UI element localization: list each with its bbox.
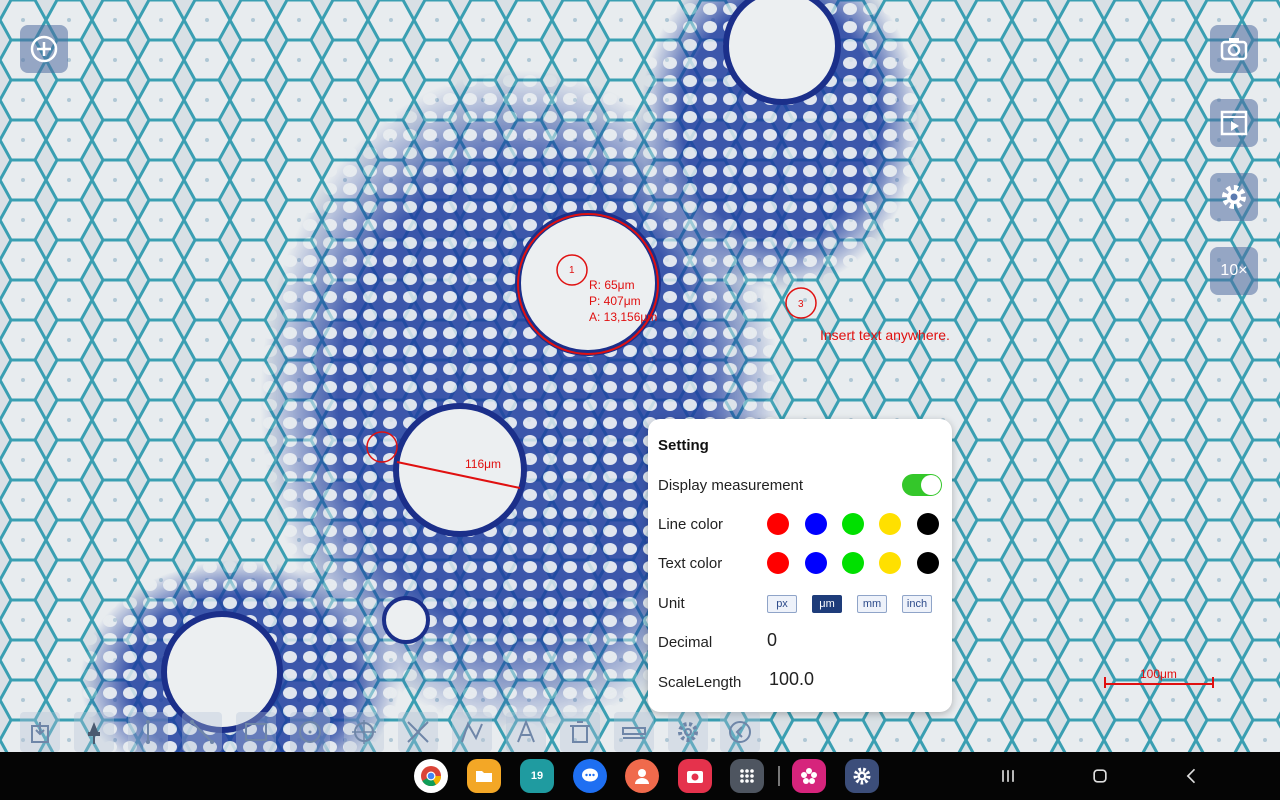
rectangle-tool[interactable] — [236, 712, 276, 752]
export-tool[interactable] — [20, 712, 60, 752]
magnification-button[interactable]: 10× — [1210, 247, 1258, 295]
area-readout: A: 13,156μm — [589, 310, 658, 324]
chrome-icon — [421, 766, 442, 787]
files-app[interactable] — [467, 759, 501, 793]
text-tool[interactable] — [506, 712, 546, 752]
settings-panel: Setting Display measurement Line color T… — [648, 419, 952, 712]
settings-app[interactable] — [845, 759, 879, 793]
decimal-label: Decimal — [658, 634, 713, 651]
crosshair-circle-tool[interactable] — [344, 712, 384, 752]
gear-icon — [1222, 185, 1246, 209]
camera-icon — [687, 771, 703, 783]
measurement-toolbar — [20, 712, 760, 752]
back-icon — [1186, 768, 1196, 784]
circle-tool[interactable] — [290, 712, 330, 752]
display-measurement-toggle[interactable] — [902, 474, 942, 496]
folder-icon — [476, 771, 492, 782]
angle-tool[interactable] — [398, 712, 438, 752]
recents-button[interactable] — [996, 764, 1020, 788]
export-icon — [31, 722, 49, 743]
perimeter-readout: P: 407μm — [589, 294, 641, 308]
text-color-black[interactable] — [917, 552, 939, 574]
settings-button[interactable] — [1210, 173, 1258, 221]
vertical-line-icon — [146, 720, 150, 744]
unit-um-button[interactable]: μm — [812, 595, 842, 613]
add-button[interactable] — [20, 25, 68, 73]
inserted-text-annotation[interactable]: Insert text anywhere. — [820, 328, 950, 343]
app-drawer[interactable] — [730, 759, 764, 793]
text-icon — [517, 719, 535, 743]
recents-icon — [1002, 770, 1014, 782]
decimal-input[interactable]: 0 — [767, 630, 777, 651]
record-video-button[interactable] — [1210, 99, 1258, 147]
chrome-app[interactable] — [414, 759, 448, 793]
camera-app[interactable] — [678, 759, 712, 793]
rectangle-icon — [245, 723, 267, 741]
circle-icon — [299, 721, 321, 743]
unit-px-button[interactable]: px — [767, 595, 797, 613]
pin-icon — [88, 722, 100, 744]
collapse-toolbar[interactable] — [720, 712, 760, 752]
line-icon — [190, 720, 214, 744]
line-color-green[interactable] — [842, 513, 864, 535]
line-color-red[interactable] — [767, 513, 789, 535]
text-color-blue[interactable] — [805, 552, 827, 574]
person-icon — [635, 769, 649, 784]
scale-length-label: ScaleLength — [658, 674, 742, 691]
gear-icon — [853, 767, 871, 785]
camera-icon — [1220, 38, 1248, 61]
toggle-knob — [921, 475, 941, 495]
contacts-app[interactable] — [625, 759, 659, 793]
angle-icon — [407, 721, 429, 743]
messages-app[interactable] — [573, 759, 607, 793]
calendar-app[interactable]: 19 — [520, 759, 554, 793]
text-color-label: Text color — [658, 555, 723, 572]
grid-icon — [740, 769, 754, 783]
line-color-yellow[interactable] — [879, 513, 901, 535]
scale-bar-label: 100μm — [1140, 667, 1177, 681]
text-color-yellow[interactable] — [879, 552, 901, 574]
flower-icon — [801, 768, 817, 784]
delete-tool[interactable] — [560, 712, 600, 752]
video-icon — [1220, 110, 1248, 136]
unit-label: Unit — [658, 595, 685, 612]
flower-app[interactable] — [792, 759, 826, 793]
trash-icon — [570, 721, 590, 743]
text-color-green[interactable] — [842, 552, 864, 574]
line-color-black[interactable] — [917, 513, 939, 535]
circle-3-label: 3 — [798, 299, 804, 310]
chat-icon — [582, 768, 598, 782]
taskbar-divider — [778, 766, 780, 786]
capture-photo-button[interactable] — [1210, 25, 1258, 73]
home-icon — [1093, 769, 1107, 783]
back-button[interactable] — [1180, 764, 1204, 788]
add-icon — [30, 35, 58, 63]
unit-mm-button[interactable]: mm — [857, 595, 887, 613]
text-color-red[interactable] — [767, 552, 789, 574]
back-icon — [729, 721, 751, 743]
panel-title: Setting — [658, 437, 709, 454]
line-tool[interactable] — [182, 712, 222, 752]
line-color-label: Line color — [658, 516, 724, 533]
scale-bar-tool[interactable] — [614, 712, 654, 752]
vertical-line-tool[interactable] — [128, 712, 168, 752]
home-button[interactable] — [1088, 764, 1112, 788]
circle-1-label: 1 — [569, 265, 575, 276]
system-taskbar: 19 — [0, 752, 1280, 800]
radius-readout: R: 65μm — [589, 278, 635, 292]
polyline-icon — [461, 721, 483, 743]
line-color-blue[interactable] — [805, 513, 827, 535]
microscope-view[interactable]: 1 R: 65μm P: 407μm A: 13,156μm 3 Insert … — [0, 0, 1280, 752]
unit-inch-button[interactable]: inch — [902, 595, 932, 613]
crosshair-circle-icon — [352, 720, 376, 744]
line-length-readout: 116μm — [465, 457, 502, 471]
pin-tool[interactable] — [74, 712, 114, 752]
polyline-tool[interactable] — [452, 712, 492, 752]
scale-bar-icon — [622, 727, 646, 739]
display-measurement-label: Display measurement — [658, 477, 804, 494]
tissue-image — [0, 0, 1280, 752]
tool-settings[interactable] — [668, 712, 708, 752]
gear-icon — [678, 722, 698, 742]
scale-length-input[interactable]: 100.0 — [769, 669, 814, 690]
